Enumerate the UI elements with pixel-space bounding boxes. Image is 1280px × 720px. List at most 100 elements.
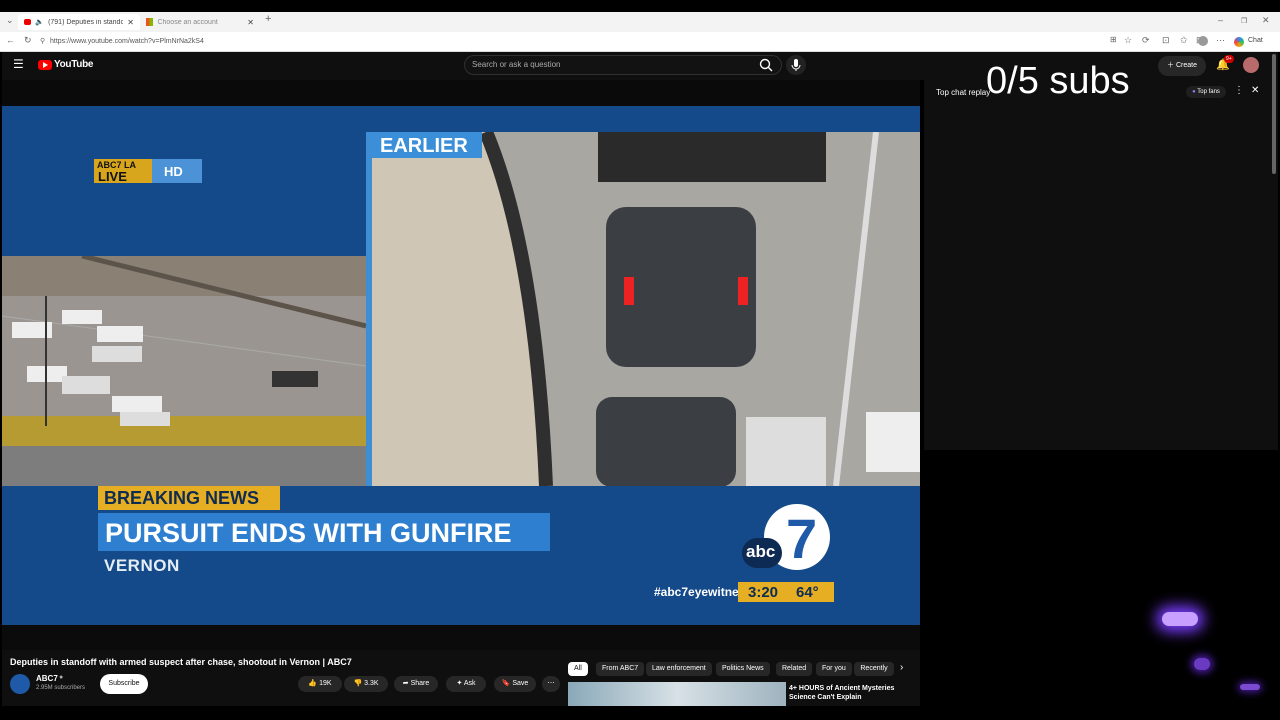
chip-from-abc7[interactable]: From ABC7 [596, 662, 645, 676]
video-info: Deputies in standoff with armed suspect … [2, 650, 920, 706]
share-label: Share [410, 680, 430, 687]
reader-icon[interactable]: ⊞ [1110, 35, 1117, 44]
tab-title: (791) Deputies in standoff wi [48, 18, 124, 26]
like-count: 19K [319, 680, 332, 687]
chip-politics-news[interactable]: Politics News [716, 662, 770, 676]
webcam-feed [1150, 600, 1270, 700]
tab-video[interactable]: 🔈 (791) Deputies in standoff wi ✕ [18, 14, 140, 30]
chat-title[interactable]: Top chat replay [936, 88, 990, 97]
like-button[interactable]: 👍 19K [298, 676, 342, 692]
time-temp-box: 3:20 64° [738, 582, 834, 602]
subscriber-count: 2.95M subscribers [36, 685, 86, 691]
page-scrollbar[interactable] [1272, 54, 1276, 174]
abc7-logo-number: 7 [786, 507, 818, 570]
chip-law-enforcement[interactable]: Law enforcement [646, 662, 712, 676]
live-label: LIVE [98, 169, 127, 184]
video-player[interactable]: ABC7 LA LIVE HD EARLIER BREAKING NEWS PU… [2, 80, 920, 650]
microphone-icon[interactable] [786, 55, 806, 75]
channel-name[interactable]: ABC7 [36, 674, 58, 683]
aerial-scene-right [366, 132, 920, 486]
chat-close-icon[interactable]: ✕ [1251, 85, 1259, 96]
chevron-right-icon[interactable]: › [900, 662, 903, 673]
extensions-icon[interactable]: ⟳ [1142, 35, 1150, 46]
neon-light [1194, 658, 1210, 670]
live-bug: ABC7 LA LIVE HD [94, 159, 202, 184]
hd-label: HD [164, 164, 183, 179]
earlier-label: EARLIER [380, 135, 468, 157]
create-button[interactable]: ＋ Create [1158, 56, 1206, 76]
new-tab-icon[interactable]: + [265, 13, 271, 25]
chat-more-icon[interactable]: ⋮ [1234, 85, 1244, 96]
chat-button[interactable]: Chat [1248, 37, 1263, 44]
refresh-icon[interactable]: ↻ [24, 35, 32, 46]
favorites-bar-icon[interactable]: ✩ [1180, 35, 1188, 46]
thumbs-up-icon: 👍 [308, 680, 320, 687]
chip-all[interactable]: All [568, 662, 588, 676]
plus-icon: ＋ [1167, 62, 1176, 69]
search-icon[interactable] [754, 55, 780, 75]
bookmark-icon: 🔖 [501, 680, 513, 687]
url-field[interactable]: https://www.youtube.com/watch?v=PlmNrNa2… [50, 36, 1090, 48]
save-label: Save [512, 680, 529, 687]
video-bottom-band [2, 625, 920, 650]
dislike-count: 3.3K [364, 680, 379, 687]
site-info-icon[interactable]: ⚲ [40, 37, 45, 45]
tab-list-icon[interactable]: ⌄ [6, 15, 14, 26]
microsoft-favicon-icon [146, 18, 154, 26]
time-text: 3:20 [748, 584, 779, 601]
ask-label: Ask [463, 680, 476, 687]
channel-avatar[interactable] [10, 674, 30, 694]
temperature-text: 64° [796, 584, 819, 601]
sparkle-icon: ✦ [456, 680, 464, 687]
youtube-logo-text[interactable]: YouTube [54, 59, 94, 70]
create-label: Create [1175, 62, 1197, 69]
chat-panel: Top chat replay ● Top fans ⋮ ✕ [924, 80, 1278, 450]
chip-recently[interactable]: Recently [854, 662, 894, 676]
save-button[interactable]: 🔖 Save [494, 676, 536, 692]
headline-banner: PURSUIT ENDS WITH GUNFIRE [98, 513, 550, 551]
subs-counter-overlay: 0/5 subs [986, 60, 1130, 102]
search-input[interactable]: Search or ask a question [464, 55, 782, 75]
restore-icon[interactable]: ❐ [1241, 17, 1247, 25]
split-icon[interactable]: ⊡ [1162, 35, 1170, 46]
notification-badge: 9+ [1224, 55, 1234, 63]
recommended-thumbnail[interactable] [568, 682, 786, 706]
close-tab-icon[interactable]: ✕ [247, 18, 254, 27]
minimize-icon[interactable]: – [1218, 15, 1223, 25]
close-window-icon[interactable]: ✕ [1262, 15, 1270, 26]
aerial-scene-left [2, 256, 366, 486]
subscribe-button[interactable]: Subscribe [100, 674, 148, 694]
speaker-icon: 🔈 [35, 19, 45, 26]
verified-icon: ● [59, 674, 64, 681]
favorite-icon[interactable]: ☆ [1124, 35, 1132, 46]
thumbs-down-icon: 👎 [353, 680, 365, 687]
video-top-band [2, 80, 920, 106]
menu-icon[interactable]: ☰ [13, 57, 24, 71]
recommended-title[interactable]: 4+ HOURS of Ancient Mysteries Science Ca… [789, 684, 919, 702]
top-fans-button[interactable]: ● Top fans [1186, 86, 1226, 98]
youtube-logo-icon[interactable] [38, 60, 52, 70]
profile-icon[interactable] [1198, 36, 1208, 46]
ask-button[interactable]: ✦ Ask [446, 676, 486, 692]
browser-tab-bar: ⌄ 🔈 (791) Deputies in standoff wi ✕ Choo… [0, 12, 1280, 32]
neon-light [1240, 684, 1260, 690]
breaking-label: BREAKING NEWS [104, 488, 260, 508]
avatar[interactable] [1243, 57, 1259, 73]
close-tab-icon[interactable]: ✕ [127, 18, 134, 27]
chip-related[interactable]: Related [776, 662, 813, 676]
back-icon[interactable]: ← [6, 35, 15, 45]
more-icon[interactable]: ⋯ [1216, 35, 1225, 46]
neon-light [1162, 612, 1198, 626]
tab-account[interactable]: Choose an account ✕ [140, 14, 260, 30]
abc7-logo-icon: 7 abc [742, 504, 834, 574]
copilot-icon[interactable] [1234, 37, 1244, 47]
chip-for-you[interactable]: For you [816, 662, 852, 676]
breaking-banner: BREAKING NEWS [98, 486, 280, 510]
share-button[interactable]: ➦ Share [394, 676, 438, 692]
more-actions-button[interactable]: ⋯ [542, 676, 560, 692]
headline-text: PURSUIT ENDS WITH GUNFIRE [105, 518, 512, 548]
more-icon: ⋯ [547, 680, 555, 687]
tab-title: Choose an account [157, 18, 218, 26]
abc7-logo-text: abc [746, 542, 776, 561]
dislike-button[interactable]: 👎 3.3K [344, 676, 388, 692]
